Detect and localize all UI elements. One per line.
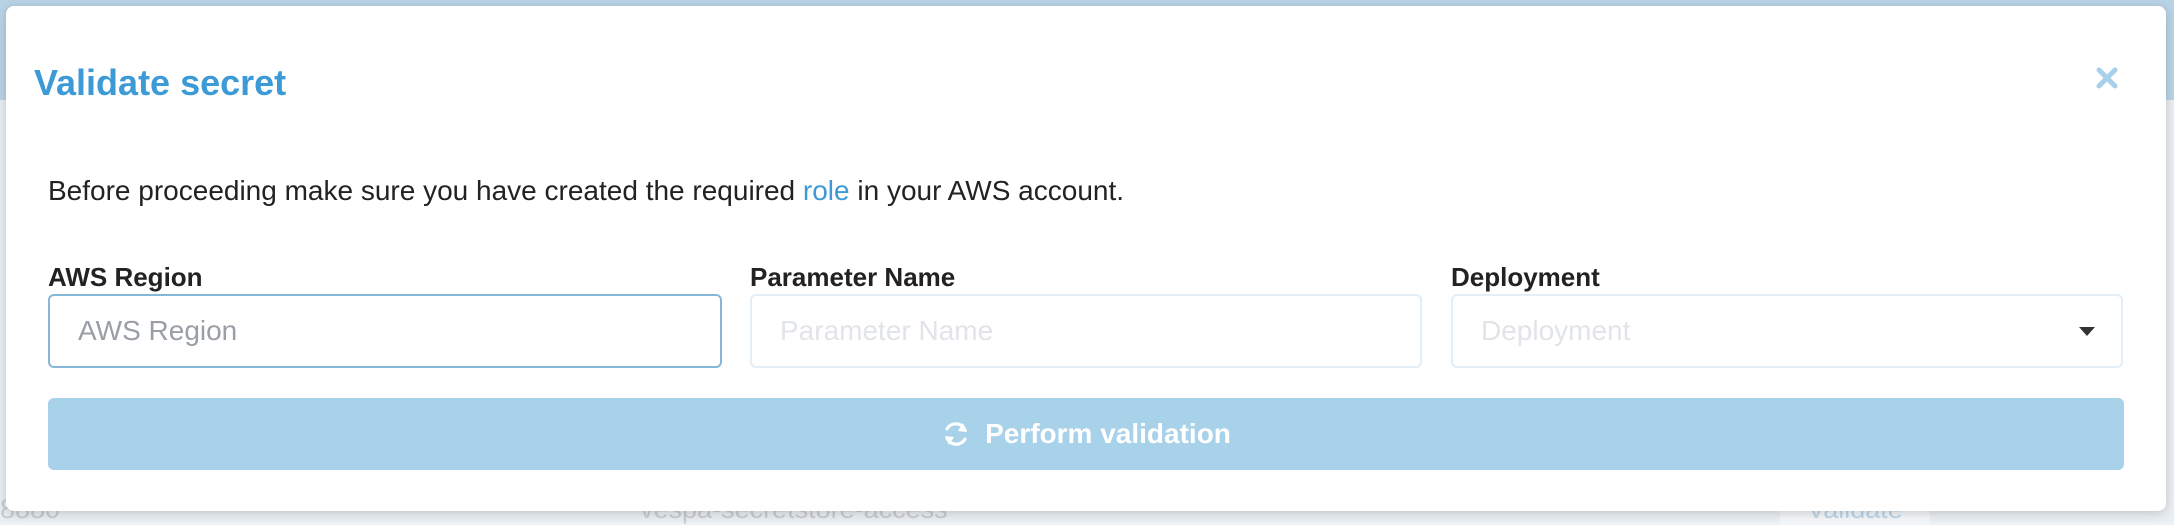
parameter-name-label: Parameter Name bbox=[750, 262, 956, 292]
intro-text-after: in your AWS account. bbox=[849, 175, 1125, 206]
close-button[interactable] bbox=[2092, 63, 2122, 93]
perform-validation-button[interactable]: Perform validation bbox=[48, 398, 2124, 470]
refresh-icon bbox=[945, 422, 968, 446]
perform-validation-label: Perform validation bbox=[985, 418, 1231, 449]
role-link[interactable]: role bbox=[803, 175, 850, 206]
chevron-down-icon bbox=[2079, 327, 2095, 336]
aws-region-label: AWS Region bbox=[48, 262, 203, 292]
modal-title: Validate secret bbox=[34, 62, 287, 103]
deployment-label: Deployment bbox=[1451, 262, 1600, 292]
intro-text: Before proceeding make sure you have cre… bbox=[48, 171, 1124, 211]
deployment-select[interactable]: Deployment bbox=[1451, 294, 2123, 368]
deployment-selected-value: Deployment bbox=[1481, 315, 1631, 346]
validate-secret-modal: Validate secret Before proceeding make s… bbox=[6, 6, 2166, 511]
parameter-name-input[interactable] bbox=[750, 294, 1422, 368]
aws-region-input[interactable] bbox=[48, 294, 722, 368]
intro-text-before: Before proceeding make sure you have cre… bbox=[48, 175, 803, 206]
close-icon bbox=[2096, 67, 2118, 89]
